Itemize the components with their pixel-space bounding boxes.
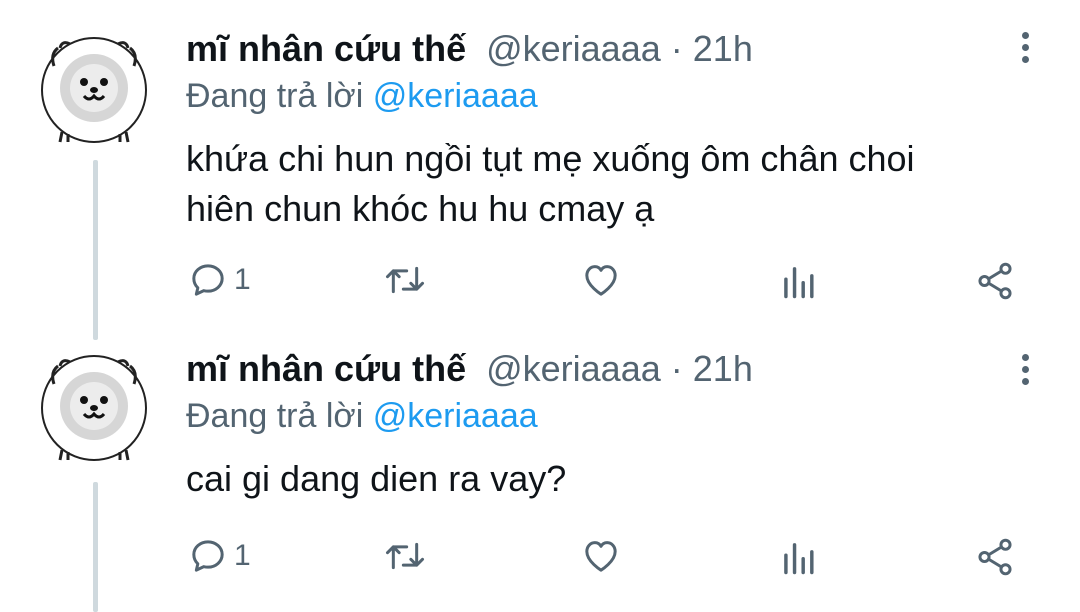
- separator: ·: [670, 28, 683, 69]
- separator: ·: [670, 348, 683, 389]
- avatar-image: [41, 355, 147, 461]
- like-button[interactable]: [580, 536, 622, 576]
- avatar[interactable]: [40, 354, 148, 462]
- timestamp[interactable]: 21h: [693, 348, 753, 389]
- analytics-icon: [784, 267, 814, 299]
- reply-count: 1: [234, 263, 251, 296]
- replying-to: Đang trả lời @keriaaaa: [186, 76, 538, 116]
- timestamp[interactable]: 21h: [693, 28, 753, 69]
- analytics-button[interactable]: [780, 538, 816, 576]
- retweet-button[interactable]: [383, 536, 427, 576]
- analytics-button[interactable]: [780, 262, 816, 300]
- replying-mention[interactable]: @keriaaaa: [373, 77, 538, 115]
- retweet-button[interactable]: [383, 260, 427, 300]
- like-button[interactable]: [580, 260, 622, 300]
- retweet-icon: [386, 266, 424, 294]
- share-button[interactable]: [974, 536, 1016, 578]
- author-handle[interactable]: @keriaaaa: [486, 28, 661, 69]
- more-icon: [1021, 353, 1029, 361]
- tweet-text: khứa chi hun ngồi tụt mẹ xuống ôm chân c…: [186, 134, 1046, 234]
- more-options-button[interactable]: [1010, 348, 1040, 390]
- share-button[interactable]: [974, 260, 1016, 302]
- retweet-icon: [386, 542, 424, 570]
- tweet[interactable]: mĩ nhân cứu thế @keriaaaa · 21h Đang trả…: [0, 0, 1080, 330]
- more-icon: [1021, 31, 1029, 39]
- tweet-text-line: cai gi dang dien ra vay?: [186, 458, 567, 499]
- tweet-text-line: khứa chi hun ngồi tụt mẹ xuống ôm chân c…: [186, 138, 915, 179]
- reply-count: 1: [234, 539, 251, 572]
- author-name[interactable]: mĩ nhân cứu thế: [186, 28, 466, 69]
- more-options-button[interactable]: [1010, 26, 1040, 68]
- like-icon: [585, 265, 617, 296]
- replying-prefix: Đang trả lời: [186, 397, 364, 435]
- replying-mention[interactable]: @keriaaaa: [373, 397, 538, 435]
- avatar-image: [41, 37, 147, 143]
- tweet-header: mĩ nhân cứu thế @keriaaaa · 21h: [186, 28, 753, 70]
- reply-icon: [192, 264, 224, 296]
- replying-to: Đang trả lời @keriaaaa: [186, 396, 538, 436]
- reply-button[interactable]: 1: [188, 260, 251, 300]
- author-handle[interactable]: @keriaaaa: [486, 348, 661, 389]
- tweet-text-line: hiên chun khóc hu hu cmay ạ: [186, 188, 655, 229]
- avatar[interactable]: [40, 36, 148, 144]
- share-icon: [978, 262, 1012, 300]
- like-icon: [585, 541, 617, 572]
- analytics-icon: [784, 543, 814, 575]
- tweet-text: cai gi dang dien ra vay?: [186, 454, 1046, 504]
- share-icon: [978, 538, 1012, 576]
- tweet[interactable]: mĩ nhân cứu thế @keriaaaa · 21h Đang trả…: [0, 330, 1080, 612]
- reply-button[interactable]: 1: [188, 536, 251, 576]
- author-name[interactable]: mĩ nhân cứu thế: [186, 348, 466, 389]
- tweet-header: mĩ nhân cứu thế @keriaaaa · 21h: [186, 348, 753, 390]
- replying-prefix: Đang trả lời: [186, 77, 364, 115]
- reply-icon: [192, 540, 224, 572]
